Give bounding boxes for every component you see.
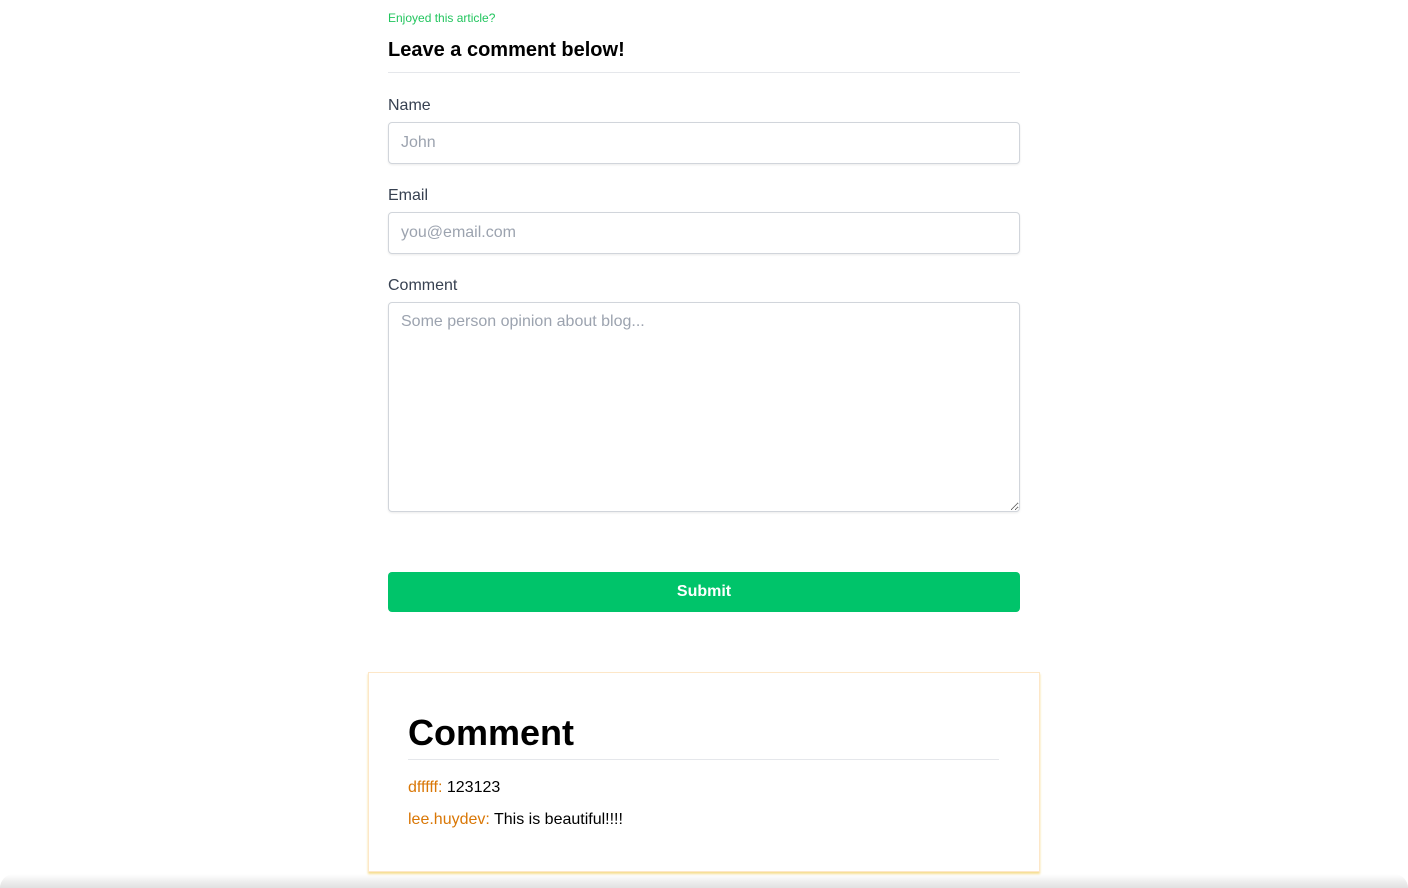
comment-item: lee.huydev: This is beautiful!!!! xyxy=(408,810,999,830)
comment-item: dfffff: 123123 xyxy=(408,778,999,798)
name-input[interactable] xyxy=(388,122,1020,164)
comment-label: Comment xyxy=(388,277,458,294)
eyebrow-text: Enjoyed this article? xyxy=(388,11,496,25)
comment-form: Enjoyed this article? Leave a comment be… xyxy=(388,8,1020,612)
submit-button[interactable]: Submit xyxy=(388,572,1020,612)
comment-textarea[interactable] xyxy=(388,302,1020,512)
comment-text: This is beautiful!!!! xyxy=(494,811,623,828)
name-label: Name xyxy=(388,97,431,114)
email-label: Email xyxy=(388,187,429,204)
comment-field-group: Comment xyxy=(388,276,1020,512)
comment-list: dfffff: 123123 lee.huydev: This is beaut… xyxy=(408,778,999,830)
email-input[interactable] xyxy=(388,212,1020,254)
email-field-group: Email xyxy=(388,186,1020,254)
comment-text: 123123 xyxy=(446,779,501,796)
comment-author: lee.huydev: xyxy=(408,811,490,828)
comment-author: dfffff: xyxy=(408,779,443,796)
bottom-shadow xyxy=(0,874,1408,888)
comments-title: Comment xyxy=(408,711,999,760)
comments-card: Comment dfffff: 123123 lee.huydev: This … xyxy=(368,672,1040,872)
name-field-group: Name xyxy=(388,96,1020,164)
form-title: Leave a comment below! xyxy=(388,38,1020,73)
